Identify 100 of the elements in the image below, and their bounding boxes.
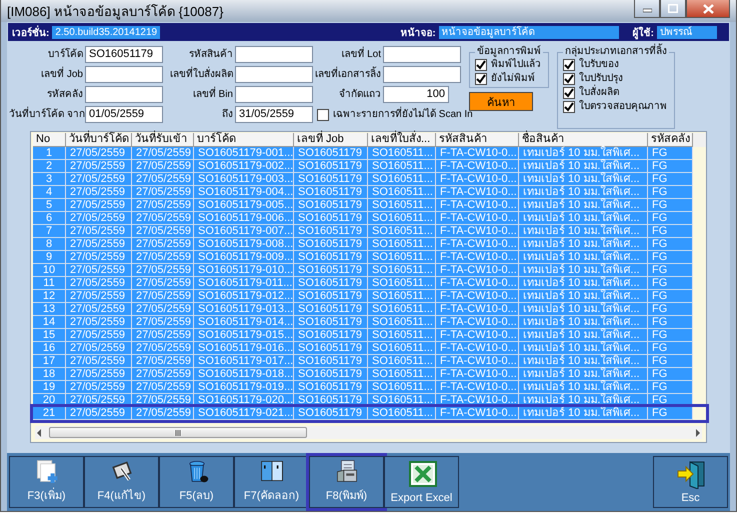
column-header[interactable]: บาร์โค้ด	[194, 133, 294, 147]
table-row[interactable]: 3 27/05/2559 27/05/2559 SO16051179-003... SO16051179 SO160511... F-TA-CW10-0... เทมเปอร์ 10 มม.ใสพิเศ... FG	[33, 173, 706, 186]
column-header[interactable]: รหัสสินค้า	[436, 133, 519, 147]
table-row[interactable]: 18 27/05/2559 27/05/2559 SO16051179-018... SO16051179 SO160511... F-TA-CW10-0... เทมเปอร์ 10 มม.ใสพิเศ... FG	[33, 368, 706, 381]
toolbar-button[interactable]: F4(แก้ไข)	[84, 456, 159, 508]
table-cell: SO16051179	[294, 277, 368, 290]
input-field[interactable]: 01/05/2559	[85, 106, 163, 123]
table-cell: 27/05/2559	[132, 368, 194, 381]
table-cell: FG	[648, 251, 693, 264]
scrollbar-thumb[interactable]	[49, 427, 307, 438]
column-header[interactable]: เลขที่ Job	[294, 133, 368, 147]
table-row[interactable]: 7 27/05/2559 27/05/2559 SO16051179-007... SO16051179 SO160511... F-TA-CW10-0... เทมเปอร์ 10 มม.ใสพิเศ... FG	[33, 225, 706, 238]
info-value: 2.50.build35.20141219	[52, 26, 160, 38]
table-cell: 27/05/2559	[66, 212, 132, 225]
toolbar-button[interactable]: Esc	[653, 456, 728, 508]
table-cell: F-TA-CW10-0...	[436, 303, 519, 316]
maximize-button[interactable]	[660, 0, 686, 18]
table-row[interactable]: 9 27/05/2559 27/05/2559 SO16051179-009... SO16051179 SO160511... F-TA-CW10-0... เทมเปอร์ 10 มม.ใสพิเศ... FG	[33, 251, 706, 264]
info-label: ผู้ใช้:	[632, 26, 654, 40]
table-cell: เทมเปอร์ 10 มม.ใสพิเศ...	[519, 251, 648, 264]
table-row[interactable]: 14 27/05/2559 27/05/2559 SO16051179-014... SO16051179 SO160511... F-TA-CW10-0... เทมเปอร์ 10 มม.ใสพิเศ... FG	[33, 316, 706, 329]
toolbar-button[interactable]: F7(คัดลอก)	[234, 456, 309, 508]
table-row[interactable]: 4 27/05/2559 27/05/2559 SO16051179-004... SO16051179 SO160511... F-TA-CW10-0... เทมเปอร์ 10 มม.ใสพิเศ... FG	[33, 186, 706, 199]
table-cell: เทมเปอร์ 10 มม.ใสพิเศ...	[519, 264, 648, 277]
toolbar-button[interactable]: Export Excel	[384, 456, 459, 508]
table-cell: FG	[648, 355, 693, 368]
column-header[interactable]: ชื่อสินค้า	[519, 133, 648, 147]
table-cell: 27/05/2559	[132, 342, 194, 355]
info-label: หน้าจอ:	[400, 26, 436, 40]
checkbox[interactable]: ใบสั่งผลิต	[563, 86, 669, 99]
table-row[interactable]: 10 27/05/2559 27/05/2559 SO16051179-010... SO16051179 SO160511... F-TA-CW10-0... เทมเปอร์ 10 มม.ใสพิเศ... FG	[33, 264, 706, 277]
checkbox[interactable]: ใบปรับปรุง	[563, 72, 669, 85]
table-row[interactable]: 1 27/05/2559 27/05/2559 SO16051179-001... SO16051179 SO160511... F-TA-CW10-0... เทมเปอร์ 10 มม.ใสพิเศ... FG	[33, 147, 706, 160]
table-cell: 27/05/2559	[66, 368, 132, 381]
table-cell: F-TA-CW10-0...	[436, 199, 519, 212]
checkbox[interactable]: ยังไม่พิมพ์	[475, 72, 543, 85]
checkbox[interactable]: ใบรับของ	[563, 58, 669, 71]
column-header[interactable]: รหัสคลัง	[648, 133, 693, 147]
minimize-button[interactable]	[634, 0, 660, 18]
table-cell: FG	[648, 238, 693, 251]
table-cell: SO16051179	[294, 199, 368, 212]
table-cell: FG	[648, 316, 693, 329]
table-row[interactable]: 6 27/05/2559 27/05/2559 SO16051179-006... SO16051179 SO160511... F-TA-CW10-0... เทมเปอร์ 10 มม.ใสพิเศ... FG	[33, 212, 706, 225]
table-row[interactable]: 8 27/05/2559 27/05/2559 SO16051179-008... SO16051179 SO160511... F-TA-CW10-0... เทมเปอร์ 10 มม.ใสพิเศ... FG	[33, 238, 706, 251]
table-row[interactable]: 15 27/05/2559 27/05/2559 SO16051179-015... SO16051179 SO160511... F-TA-CW10-0... เทมเปอร์ 10 มม.ใสพิเศ... FG	[33, 329, 706, 342]
table-cell: 27/05/2559	[132, 277, 194, 290]
table-row[interactable]: 5 27/05/2559 27/05/2559 SO16051179-005... SO16051179 SO160511... F-TA-CW10-0... เทมเปอร์ 10 มม.ใสพิเศ... FG	[33, 199, 706, 212]
table-row[interactable]: 16 27/05/2559 27/05/2559 SO16051179-016... SO16051179 SO160511... F-TA-CW10-0... เทมเปอร์ 10 มม.ใสพิเศ... FG	[33, 342, 706, 355]
column-header[interactable]: วันที่รับเข้า	[132, 133, 194, 147]
checkbox[interactable]: ใบตรวจสอบคุณภาพ	[563, 100, 669, 113]
input-field[interactable]: 31/05/2559	[235, 106, 313, 123]
table-cell: SO16051179	[294, 316, 368, 329]
horizontal-scrollbar[interactable]	[35, 426, 702, 439]
table-cell: เทมเปอร์ 10 มม.ใสพิเศ...	[519, 290, 648, 303]
input-field[interactable]	[235, 86, 313, 103]
table-row[interactable]: 21 27/05/2559 27/05/2559 SO16051179-021... SO16051179 SO160511... F-TA-CW10-0... เทมเปอร์ 10 มม.ใสพิเศ... FG	[33, 407, 706, 420]
close-button[interactable]	[686, 0, 730, 18]
input-field[interactable]	[85, 86, 163, 103]
table-cell: 5	[33, 199, 66, 212]
search-button[interactable]: ค้นหา	[469, 92, 533, 111]
input-field[interactable]	[383, 66, 461, 83]
table-cell: SO16051179	[294, 186, 368, 199]
toolbar-button[interactable]: F8(พิมพ์)	[309, 456, 384, 508]
table-row[interactable]: 12 27/05/2559 27/05/2559 SO16051179-012... SO16051179 SO160511... F-TA-CW10-0... เทมเปอร์ 10 มม.ใสพิเศ... FG	[33, 290, 706, 303]
checkbox[interactable]: เฉพาะรายการที่ยังไม่ได้ Scan In	[317, 108, 473, 121]
column-header[interactable]: No	[33, 133, 66, 147]
table-cell: 27/05/2559	[66, 290, 132, 303]
input-field[interactable]: SO16051179	[85, 46, 163, 63]
table-cell: F-TA-CW10-0...	[436, 225, 519, 238]
group-title: กลุ่มประเภทเอกสารที่ลิ้ง	[563, 46, 669, 58]
toolbar-button[interactable]: F5(ลบ)	[159, 456, 234, 508]
input-field[interactable]	[235, 66, 313, 83]
field-label: ถึง	[221, 108, 233, 122]
column-header[interactable]: วันที่บาร์โค้ด	[66, 133, 132, 147]
field-label: เลขที่ Lot	[315, 46, 381, 63]
checkbox[interactable]: พิมพ์ไปแล้ว	[475, 58, 543, 71]
checkmark-icon	[563, 100, 575, 112]
input-field[interactable]: 100	[383, 86, 449, 103]
table-cell: F-TA-CW10-0...	[436, 212, 519, 225]
toolbar-button[interactable]: F3(เพิ่ม)	[9, 456, 84, 508]
input-field[interactable]	[85, 66, 163, 83]
table-cell: 27/05/2559	[132, 186, 194, 199]
table-row[interactable]: 19 27/05/2559 27/05/2559 SO16051179-019... SO16051179 SO160511... F-TA-CW10-0... เทมเปอร์ 10 มม.ใสพิเศ... FG	[33, 381, 706, 394]
table-row[interactable]: 17 27/05/2559 27/05/2559 SO16051179-017... SO16051179 SO160511... F-TA-CW10-0... เทมเปอร์ 10 มม.ใสพิเศ... FG	[33, 355, 706, 368]
table-cell: 27/05/2559	[66, 160, 132, 173]
table-row[interactable]: 2 27/05/2559 27/05/2559 SO16051179-002... SO16051179 SO160511... F-TA-CW10-0... เทมเปอร์ 10 มม.ใสพิเศ... FG	[33, 160, 706, 173]
table-cell: SO16051179-007...	[194, 225, 294, 238]
table-row[interactable]: 13 27/05/2559 27/05/2559 SO16051179-013... SO16051179 SO160511... F-TA-CW10-0... เทมเปอร์ 10 มม.ใสพิเศ... FG	[33, 303, 706, 316]
table-cell: FG	[648, 212, 693, 225]
input-field[interactable]	[235, 46, 313, 63]
table-cell: 21	[33, 407, 66, 420]
column-header[interactable]: เลขที่ใบสั่ง...	[368, 133, 436, 147]
table-cell: SO16051179	[294, 368, 368, 381]
table-cell: 27/05/2559	[132, 381, 194, 394]
table-cell: 17	[33, 355, 66, 368]
table-row[interactable]: 11 27/05/2559 27/05/2559 SO16051179-011... SO16051179 SO160511... F-TA-CW10-0... เทมเปอร์ 10 มม.ใสพิเศ... FG	[33, 277, 706, 290]
table-cell: SO16051179	[294, 160, 368, 173]
input-field[interactable]	[383, 46, 461, 63]
table-cell: 13	[33, 303, 66, 316]
table-cell: SO160511...	[368, 251, 436, 264]
